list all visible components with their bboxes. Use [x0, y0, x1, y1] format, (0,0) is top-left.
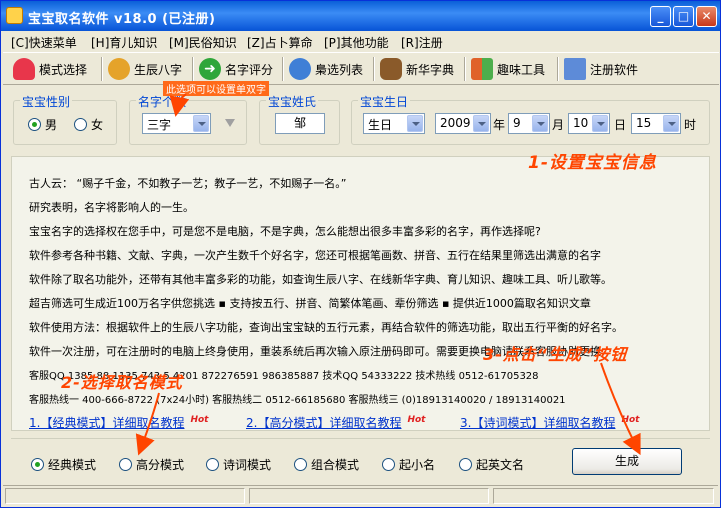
arrow-to-name-length	[169, 93, 190, 117]
main-window: 宝宝取名软件 v18.0 (已注册) _ □ ✕ [C]快速菜单 [H]育儿知识…	[0, 0, 721, 508]
arrow-to-generate	[600, 362, 641, 456]
arrow-to-mode	[135, 392, 160, 456]
annotation-arrows	[135, 93, 641, 456]
